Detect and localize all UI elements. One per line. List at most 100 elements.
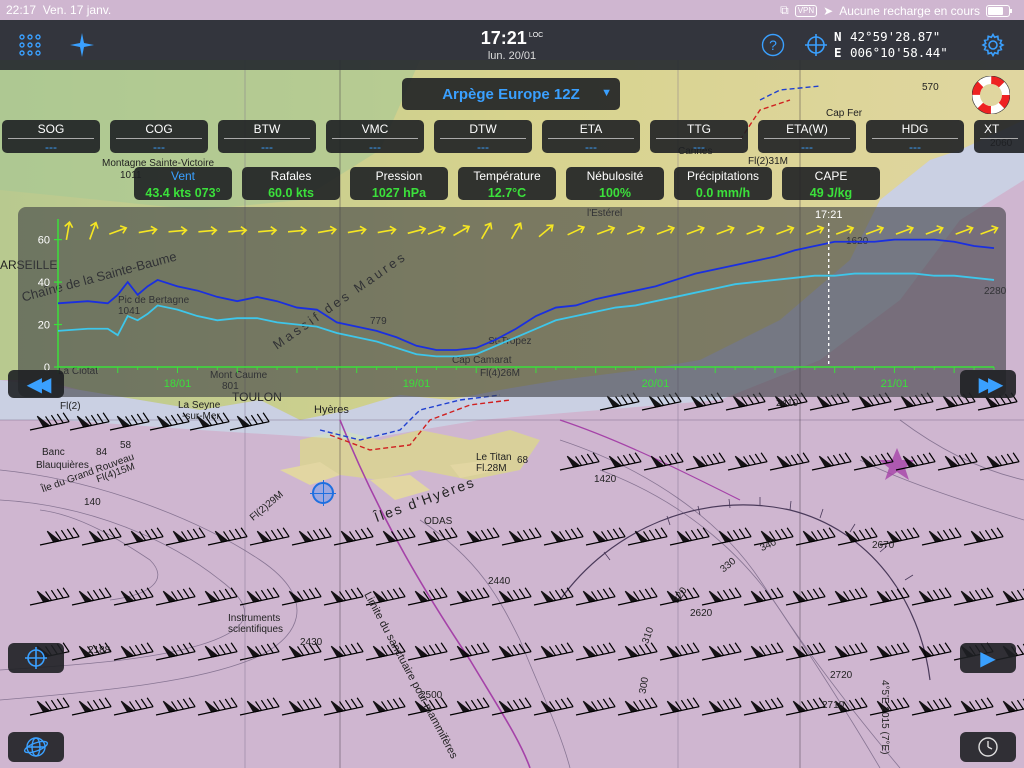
instrument-label: ETA(W): [786, 122, 828, 136]
wind-direction-arrow: [955, 225, 974, 235]
dropdown-triangle-icon: ▼: [601, 87, 612, 99]
weather-model-selector[interactable]: Arpège Europe 12Z ▼: [402, 78, 620, 110]
wind-direction-arrow: [895, 225, 915, 235]
wind-direction-arrow: [835, 225, 855, 235]
weather-value: 43.4 kts 073°: [145, 186, 221, 200]
charge-status: Aucune recharge en cours: [839, 3, 980, 18]
instrument-xt[interactable]: XT: [974, 120, 1024, 153]
battery-icon: [986, 4, 1012, 17]
weather-label: Précipitations: [686, 169, 760, 183]
instrument-label: SOG: [37, 122, 65, 136]
wind-direction-arrow: [806, 225, 825, 235]
instrument-value: ---: [153, 140, 165, 154]
time-clock-button[interactable]: [960, 732, 1016, 762]
instrument-btw[interactable]: BTW ---: [218, 120, 316, 154]
wind-direction-arrow: [865, 225, 885, 235]
double-left-arrow-icon: ◀◀: [26, 373, 52, 396]
wind-direction-arrow: [656, 225, 676, 235]
status-time: 22:17: [6, 3, 37, 17]
wind-direction-arrow: [596, 225, 616, 235]
instrument-cog[interactable]: COG ---: [110, 120, 208, 154]
weather-gusts[interactable]: Rafales 60.0 kts: [242, 167, 340, 200]
double-right-arrow-icon: ▶▶: [978, 373, 1004, 396]
graph-fast-forward-button[interactable]: ▶▶: [960, 370, 1016, 398]
instrument-hdg[interactable]: HDG ---: [866, 120, 964, 154]
instrument-label: ETA: [579, 122, 603, 136]
instrument-value: ---: [45, 140, 57, 154]
wind-direction-arrow: [510, 222, 523, 240]
center-on-boat-button[interactable]: [8, 643, 64, 673]
instrument-sog[interactable]: SOG ---: [2, 120, 100, 154]
vpn-badge: VPN: [794, 4, 818, 17]
weather-label: Température: [473, 169, 541, 183]
weather-label: Vent: [170, 169, 196, 183]
wind-direction-arrow: [626, 225, 646, 235]
local-time-display[interactable]: 17:21 LOC lun. 20/01: [462, 28, 562, 62]
wind-direction-arrow: [980, 225, 999, 235]
weather-cape[interactable]: CAPE 49 J/kg: [782, 167, 880, 200]
header-time-suffix: LOC: [528, 32, 544, 39]
weather-pressure[interactable]: Pression 1027 hPa: [350, 167, 448, 200]
ios-status-bar: 22:17 Ven. 17 janv. ⧉ VPN ➤ Aucune recha…: [0, 0, 1024, 20]
weather-label: CAPE: [814, 169, 848, 183]
instrument-label: VMC: [361, 122, 389, 136]
wind-forecast-graph[interactable]: 0 20 40 60 18/01 19/01 20/01 21/01 17:21: [18, 207, 1006, 397]
wind-direction-arrow: [317, 225, 337, 235]
grid-menu-icon[interactable]: [16, 31, 44, 59]
wind-direction-arrow: [258, 226, 278, 236]
lon-hemisphere: E: [834, 45, 842, 60]
wind-direction-arrow: [480, 222, 493, 240]
instrument-eta[interactable]: ETA ---: [542, 120, 640, 154]
gps-coordinates: N 42°59'28.87" E 006°10'58.44": [834, 29, 948, 61]
instrument-ttg[interactable]: TTG ---: [650, 120, 748, 154]
mob-lifebuoy-icon[interactable]: [971, 75, 1011, 115]
instrument-label: BTW: [253, 122, 281, 136]
weather-value: 0.0 mm/h: [695, 186, 751, 200]
wind-direction-arrow: [89, 221, 99, 240]
play-icon: ▶: [980, 647, 996, 670]
wind-chart-svg[interactable]: 020406018/01 19/01 20/01 21/0117:21: [18, 207, 1006, 397]
weather-label: Pression: [375, 169, 423, 183]
instrument-label: XT: [984, 122, 1000, 136]
instrument-eta-w[interactable]: ETA(W) ---: [758, 120, 856, 154]
wind-direction-arrow: [746, 225, 765, 235]
compass-star-icon[interactable]: [68, 31, 96, 59]
weather-label: Nébulosité: [586, 169, 644, 183]
weather-cloud-cover[interactable]: Nébulosité 100%: [566, 167, 664, 200]
wind-direction-arrow: [407, 225, 427, 235]
instrument-label: TTG: [687, 122, 711, 136]
weather-value: 100%: [599, 186, 631, 200]
instrument-label: HDG: [901, 122, 929, 136]
boat-position-marker[interactable]: [310, 480, 336, 506]
weather-precipitation[interactable]: Précipitations 0.0 mm/h: [674, 167, 772, 200]
weather-wind[interactable]: Vent 43.4 kts 073°: [134, 167, 232, 200]
instrument-value: ---: [801, 140, 813, 154]
instrument-dtw[interactable]: DTW ---: [434, 120, 532, 154]
instrument-vmc[interactable]: VMC ---: [326, 120, 424, 154]
wind-direction-arrow: [109, 225, 128, 235]
instrument-value: ---: [909, 140, 921, 154]
weather-value: 60.0 kts: [268, 186, 314, 200]
wind-direction-arrow: [347, 225, 367, 235]
x-tick-label: 21/01: [881, 378, 909, 390]
graph-rewind-button[interactable]: ◀◀: [8, 370, 64, 398]
wind-direction-arrow: [925, 225, 944, 235]
instrument-value: ---: [477, 140, 489, 154]
help-icon[interactable]: ?: [760, 32, 786, 58]
weather-value: 12.7°C: [487, 186, 527, 200]
wind-direction-arrow: [686, 225, 705, 235]
weather-temperature[interactable]: Température 12.7°C: [458, 167, 556, 200]
instrument-label: DTW: [469, 122, 497, 136]
wind-direction-arrow: [716, 225, 735, 235]
settings-gear-icon[interactable]: [980, 32, 1006, 58]
y-tick-label: 20: [38, 320, 50, 332]
lat-hemisphere: N: [834, 29, 842, 44]
globe-view-button[interactable]: [8, 732, 64, 762]
crosshair-gps-icon[interactable]: [803, 32, 829, 58]
play-animation-button[interactable]: ▶: [960, 643, 1016, 673]
x-tick-label: 19/01: [403, 378, 431, 390]
instrument-label: COG: [145, 122, 173, 136]
instrument-value: ---: [585, 140, 597, 154]
status-date: Ven. 17 janv.: [42, 3, 112, 17]
x-tick-label: 18/01: [164, 378, 192, 390]
